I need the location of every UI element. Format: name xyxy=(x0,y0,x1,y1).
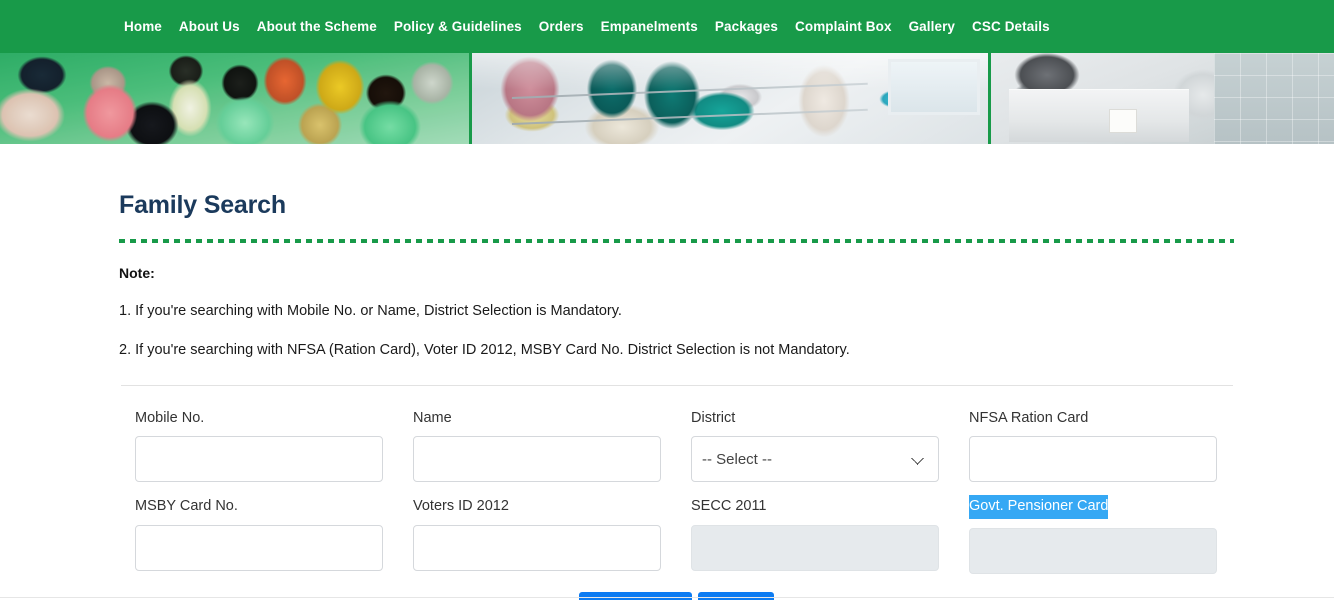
note-heading: Note: xyxy=(119,264,155,281)
note-line-2: 2. If you're searching with NFSA (Ration… xyxy=(119,341,850,358)
mobile-no-input[interactable] xyxy=(135,436,383,483)
lab-photo-image xyxy=(990,53,1334,144)
nfsa-ration-card-input[interactable] xyxy=(969,436,1217,483)
window-decor xyxy=(887,59,980,115)
field-name: Name xyxy=(413,394,691,483)
nav-item-complaint-box[interactable]: Complaint Box xyxy=(795,20,892,34)
banner-photo-hospital-ward xyxy=(468,53,988,144)
lab-bench-decor xyxy=(1008,89,1189,142)
field-district: District -- Select -- xyxy=(691,394,969,483)
main-navigation: Home About Us About the Scheme Policy & … xyxy=(0,0,1334,53)
label-msby-card-no: MSBY Card No. xyxy=(135,498,238,515)
nav-item-csc-details[interactable]: CSC Details xyxy=(972,20,1050,34)
nav-item-orders[interactable]: Orders xyxy=(539,20,584,34)
content-inner: Family Search Note: 1. If you're searchi… xyxy=(119,144,1234,600)
form-button-row: SEARCH RESET xyxy=(135,591,1234,600)
name-input[interactable] xyxy=(413,436,661,483)
page-bottom-divider xyxy=(0,597,1334,598)
nav-item-empanelments[interactable]: Empanelments xyxy=(601,20,698,34)
bed-rail-decor xyxy=(511,82,868,99)
bed-rail-decor-2 xyxy=(511,108,868,125)
lab-label-decor xyxy=(1108,109,1137,133)
form-top-divider xyxy=(120,384,1233,386)
field-nfsa-ration-card: NFSA Ration Card xyxy=(969,394,1247,483)
govt-pensioner-card-input xyxy=(969,527,1217,574)
nav-item-gallery[interactable]: Gallery xyxy=(909,20,955,34)
nav-item-about-the-scheme[interactable]: About the Scheme xyxy=(257,20,377,34)
label-district: District xyxy=(691,409,736,426)
secc-2011-input xyxy=(691,524,939,571)
field-secc-2011: SECC 2011 xyxy=(691,482,969,573)
form-row-1: Mobile No. Name District -- Select -- NF… xyxy=(135,394,1234,483)
main-content: Family Search Note: 1. If you're searchi… xyxy=(0,144,1334,600)
label-nfsa-ration-card: NFSA Ration Card xyxy=(969,409,1089,426)
field-govt-pensioner-card: Govt. Pensioner Card xyxy=(969,482,1247,574)
form-row-2: MSBY Card No. Voters ID 2012 SECC 2011 G… xyxy=(135,482,1234,574)
search-button[interactable]: SEARCH xyxy=(578,591,693,600)
banner-photo-laboratory xyxy=(987,53,1334,144)
field-msby-card-no: MSBY Card No. xyxy=(135,482,413,573)
banner-photo-crowd xyxy=(0,53,469,144)
banner-image-strip xyxy=(0,53,1334,144)
page-root: Home About Us About the Scheme Policy & … xyxy=(0,0,1334,600)
label-voters-id-2012: Voters ID 2012 xyxy=(413,498,509,515)
label-secc-2011: SECC 2011 xyxy=(691,498,767,515)
wall-tile-decor xyxy=(1213,53,1334,144)
district-select[interactable]: -- Select -- xyxy=(691,436,939,483)
msby-card-no-input[interactable] xyxy=(135,524,383,571)
label-mobile-no: Mobile No. xyxy=(135,409,205,426)
nav-item-policy-guidelines[interactable]: Policy & Guidelines xyxy=(394,20,522,34)
field-mobile-no: Mobile No. xyxy=(135,394,413,483)
nav-item-about-us[interactable]: About Us xyxy=(179,20,240,34)
reset-button[interactable]: RESET xyxy=(698,591,775,600)
page-title: Family Search xyxy=(119,191,286,219)
note-line-1: 1. If you're searching with Mobile No. o… xyxy=(119,302,622,319)
field-voters-id-2012: Voters ID 2012 xyxy=(413,482,691,573)
crowd-photo-image xyxy=(0,53,469,144)
voters-id-2012-input[interactable] xyxy=(413,524,661,571)
nav-item-home[interactable]: Home xyxy=(124,20,162,34)
label-govt-pensioner-card: Govt. Pensioner Card xyxy=(969,495,1109,519)
family-search-form: Mobile No. Name District -- Select -- NF… xyxy=(119,394,1234,600)
nav-item-packages[interactable]: Packages xyxy=(715,20,778,34)
ward-photo-image xyxy=(471,53,988,144)
label-name: Name xyxy=(413,409,452,426)
